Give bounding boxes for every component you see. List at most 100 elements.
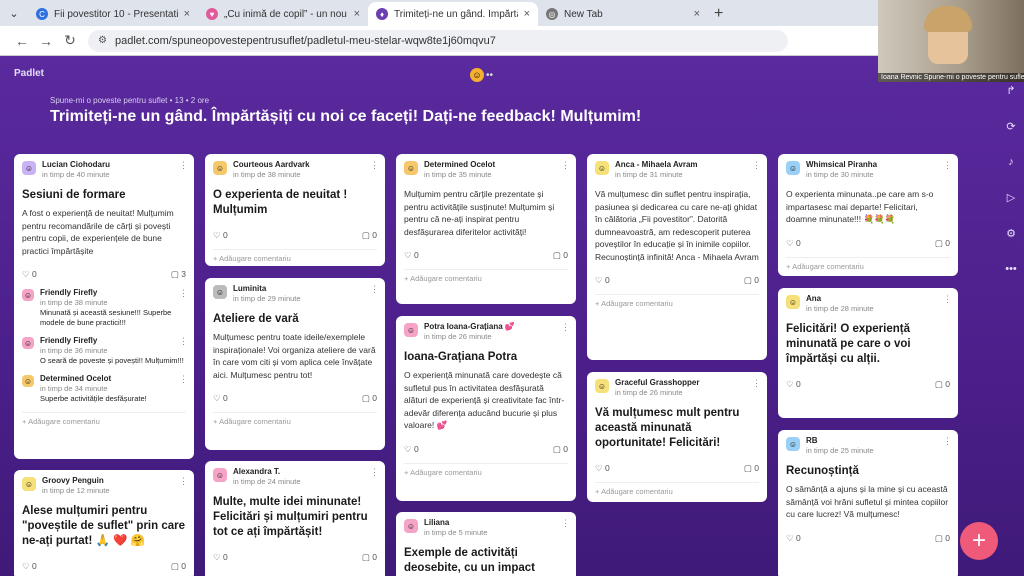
tab-close-icon[interactable]: × bbox=[524, 8, 530, 20]
kebab-menu-icon[interactable]: ⋮ bbox=[943, 160, 952, 171]
post-card[interactable]: ☺ Determined Ocelot in timp de 35 minute… bbox=[396, 154, 576, 304]
add-comment-input[interactable]: + Adăugare comentariu bbox=[595, 482, 759, 496]
slideshow-play-icon[interactable]: ▷ bbox=[1007, 191, 1015, 204]
post-card[interactable]: ☺ Graceful Grasshopper in timp de 26 min… bbox=[587, 372, 767, 502]
comment-count-button[interactable]: ▢ 3 bbox=[171, 269, 186, 280]
back-arrow-icon[interactable]: ← bbox=[10, 33, 34, 49]
add-post-button[interactable]: + bbox=[960, 522, 998, 560]
post-time: in timp de 26 minute bbox=[615, 388, 683, 397]
more-options-icon[interactable]: ••• bbox=[1005, 263, 1017, 275]
post-author: Liliana bbox=[424, 518, 450, 527]
add-comment-input[interactable]: + Adăugare comentariu bbox=[213, 412, 377, 426]
post-card[interactable]: ☺ Lucian Ciohodaru in timp de 40 minute … bbox=[14, 154, 194, 459]
add-comment-input[interactable]: + Adăugare comentariu bbox=[404, 269, 568, 283]
comment-count-button[interactable]: ▢ 0 bbox=[362, 552, 377, 563]
remake-icon[interactable]: ⟳ bbox=[1006, 120, 1015, 133]
post-card[interactable]: ☺ Whimsical Piranha in timp de 30 minute… bbox=[778, 154, 958, 276]
reload-icon[interactable]: ↻ bbox=[58, 32, 82, 49]
avatar: ☺ bbox=[404, 323, 418, 337]
like-button[interactable]: ♡ 0 bbox=[213, 230, 228, 241]
post-card[interactable]: ☺ Potra Ioana-Grațiana 💕 in timp de 26 m… bbox=[396, 316, 576, 501]
comment-count-button[interactable]: ▢ 0 bbox=[935, 238, 950, 249]
add-comment-input[interactable]: + Adăugare comentariu bbox=[595, 294, 759, 308]
comment-count-button[interactable]: ▢ 0 bbox=[935, 533, 950, 544]
more-dots-icon: •• bbox=[486, 69, 494, 81]
bell-icon[interactable]: ♪ bbox=[1008, 156, 1014, 168]
kebab-menu-icon[interactable]: ⋮ bbox=[943, 294, 952, 305]
like-button[interactable]: ♡ 0 bbox=[22, 561, 37, 572]
post-card[interactable]: ☺ Liliana in timp de 5 minute ⋮ Exemple … bbox=[396, 512, 576, 576]
post-card[interactable]: ☺ Alexandra T. in timp de 24 minute ⋮ Mu… bbox=[205, 461, 385, 576]
kebab-menu-icon[interactable]: ⋮ bbox=[752, 378, 761, 389]
add-comment-input[interactable]: + Adăugare comentariu bbox=[404, 462, 568, 477]
comment-count-button[interactable]: ▢ 0 bbox=[362, 230, 377, 241]
tab-presentation[interactable]: C Fii povestitor 10 - Presentation × bbox=[28, 2, 198, 26]
browser-tabbar: ⌄ C Fii povestitor 10 - Presentation × ♥… bbox=[0, 0, 1024, 26]
post-card[interactable]: ☺ Courteous Aardvark in timp de 38 minut… bbox=[205, 154, 385, 266]
add-comment-input[interactable]: + Adăugare comentariu bbox=[213, 249, 377, 263]
kebab-menu-icon[interactable]: ⋮ bbox=[752, 160, 761, 171]
like-button[interactable]: ♡ 0 bbox=[22, 269, 37, 280]
comment-item: ☺ Friendly Firefly in timp de 38 minute … bbox=[22, 288, 188, 328]
like-button[interactable]: ♡ 0 bbox=[595, 275, 610, 286]
post-author: Courteous Aardvark bbox=[233, 160, 310, 169]
comment-count-button[interactable]: ▢ 0 bbox=[744, 463, 759, 474]
comment-count-button[interactable]: ▢ 0 bbox=[935, 379, 950, 390]
padlet-logo[interactable]: Padlet bbox=[14, 68, 44, 79]
like-button[interactable]: ♡ 0 bbox=[213, 552, 228, 563]
url-input[interactable]: ⚙ padlet.com/spuneopovestepentrusuflet/p… bbox=[88, 29, 788, 52]
comment-count-button[interactable]: ▢ 0 bbox=[553, 444, 568, 455]
like-button[interactable]: ♡ 0 bbox=[786, 379, 801, 390]
new-tab-plus-icon[interactable]: + bbox=[714, 5, 723, 23]
comment-count-button[interactable]: ▢ 0 bbox=[744, 275, 759, 286]
settings-gear-icon[interactable]: ⚙ bbox=[1006, 227, 1016, 240]
comment-count-button[interactable]: ▢ 0 bbox=[362, 393, 377, 404]
post-author: Lucian Ciohodaru bbox=[42, 160, 110, 169]
comment-count: 3 bbox=[181, 269, 186, 279]
tab-close-icon[interactable]: × bbox=[184, 8, 190, 20]
forward-arrow-icon[interactable]: → bbox=[34, 33, 58, 49]
kebab-menu-icon[interactable]: ⋮ bbox=[370, 284, 379, 295]
tab-search-chevron-icon[interactable]: ⌄ bbox=[4, 3, 24, 23]
post-card[interactable]: ☺ RB in timp de 25 minute ⋮ Recunoștință… bbox=[778, 430, 958, 576]
kebab-menu-icon[interactable]: ⋮ bbox=[179, 374, 188, 385]
tab-close-icon[interactable]: × bbox=[694, 8, 700, 20]
like-count: 0 bbox=[795, 379, 801, 389]
kebab-menu-icon[interactable]: ⋮ bbox=[561, 518, 570, 529]
kebab-menu-icon[interactable]: ⋮ bbox=[179, 336, 188, 347]
like-button[interactable]: ♡ 0 bbox=[786, 533, 801, 544]
post-card[interactable]: ☺ Groovy Penguin in timp de 12 minute ⋮ … bbox=[14, 470, 194, 576]
tab-new-tab[interactable]: ◎ New Tab × bbox=[538, 2, 708, 26]
kebab-menu-icon[interactable]: ⋮ bbox=[943, 436, 952, 447]
comment-author: Determined Ocelot bbox=[40, 374, 112, 383]
share-arrow-icon[interactable]: ↱ bbox=[1006, 84, 1015, 97]
kebab-menu-icon[interactable]: ⋮ bbox=[179, 476, 188, 487]
kebab-menu-icon[interactable]: ⋮ bbox=[370, 467, 379, 478]
like-button[interactable]: ♡ 0 bbox=[595, 463, 610, 474]
kebab-menu-icon[interactable]: ⋮ bbox=[179, 160, 188, 171]
add-comment-label: Adăugare comentariu bbox=[28, 417, 100, 426]
post-card[interactable]: ☺ Ana in timp de 28 minute ⋮ Felicitări!… bbox=[778, 288, 958, 418]
avatar: ☺ bbox=[404, 161, 418, 175]
tab-inima-de-copil[interactable]: ♥ „Cu inimă de copil” - un nou co × bbox=[198, 2, 368, 26]
tab-padlet[interactable]: ♦ Trimiteți-ne un gând. Împărtășiți × bbox=[368, 2, 538, 26]
add-comment-input[interactable]: + Adăugare comentariu bbox=[22, 412, 186, 426]
post-card[interactable]: ☺ Anca - Mihaela Avram in timp de 31 min… bbox=[587, 154, 767, 360]
kebab-menu-icon[interactable]: ⋮ bbox=[561, 322, 570, 333]
kebab-menu-icon[interactable]: ⋮ bbox=[179, 288, 188, 299]
comment-author: Friendly Firefly bbox=[40, 288, 98, 297]
post-header: ☺ Determined Ocelot in timp de 35 minute… bbox=[404, 160, 570, 180]
post-card[interactable]: ☺ Luminita in timp de 29 minute ⋮ Atelie… bbox=[205, 278, 385, 450]
kebab-menu-icon[interactable]: ⋮ bbox=[561, 160, 570, 171]
comment-count-button[interactable]: ▢ 0 bbox=[553, 250, 568, 261]
like-button[interactable]: ♡ 0 bbox=[404, 444, 419, 455]
like-button[interactable]: ♡ 0 bbox=[404, 250, 419, 261]
add-comment-input[interactable]: + Adăugare comentariu bbox=[786, 256, 950, 271]
kebab-menu-icon[interactable]: ⋮ bbox=[370, 160, 379, 171]
like-button[interactable]: ♡ 0 bbox=[213, 393, 228, 404]
site-info-icon[interactable]: ⚙ bbox=[98, 35, 107, 46]
address-bar-row: ← → ↻ ⚙ padlet.com/spuneopovestepentrusu… bbox=[0, 26, 1024, 56]
tab-close-icon[interactable]: × bbox=[354, 8, 360, 20]
like-button[interactable]: ♡ 0 bbox=[786, 238, 801, 249]
comment-count-button[interactable]: ▢ 0 bbox=[171, 561, 186, 572]
